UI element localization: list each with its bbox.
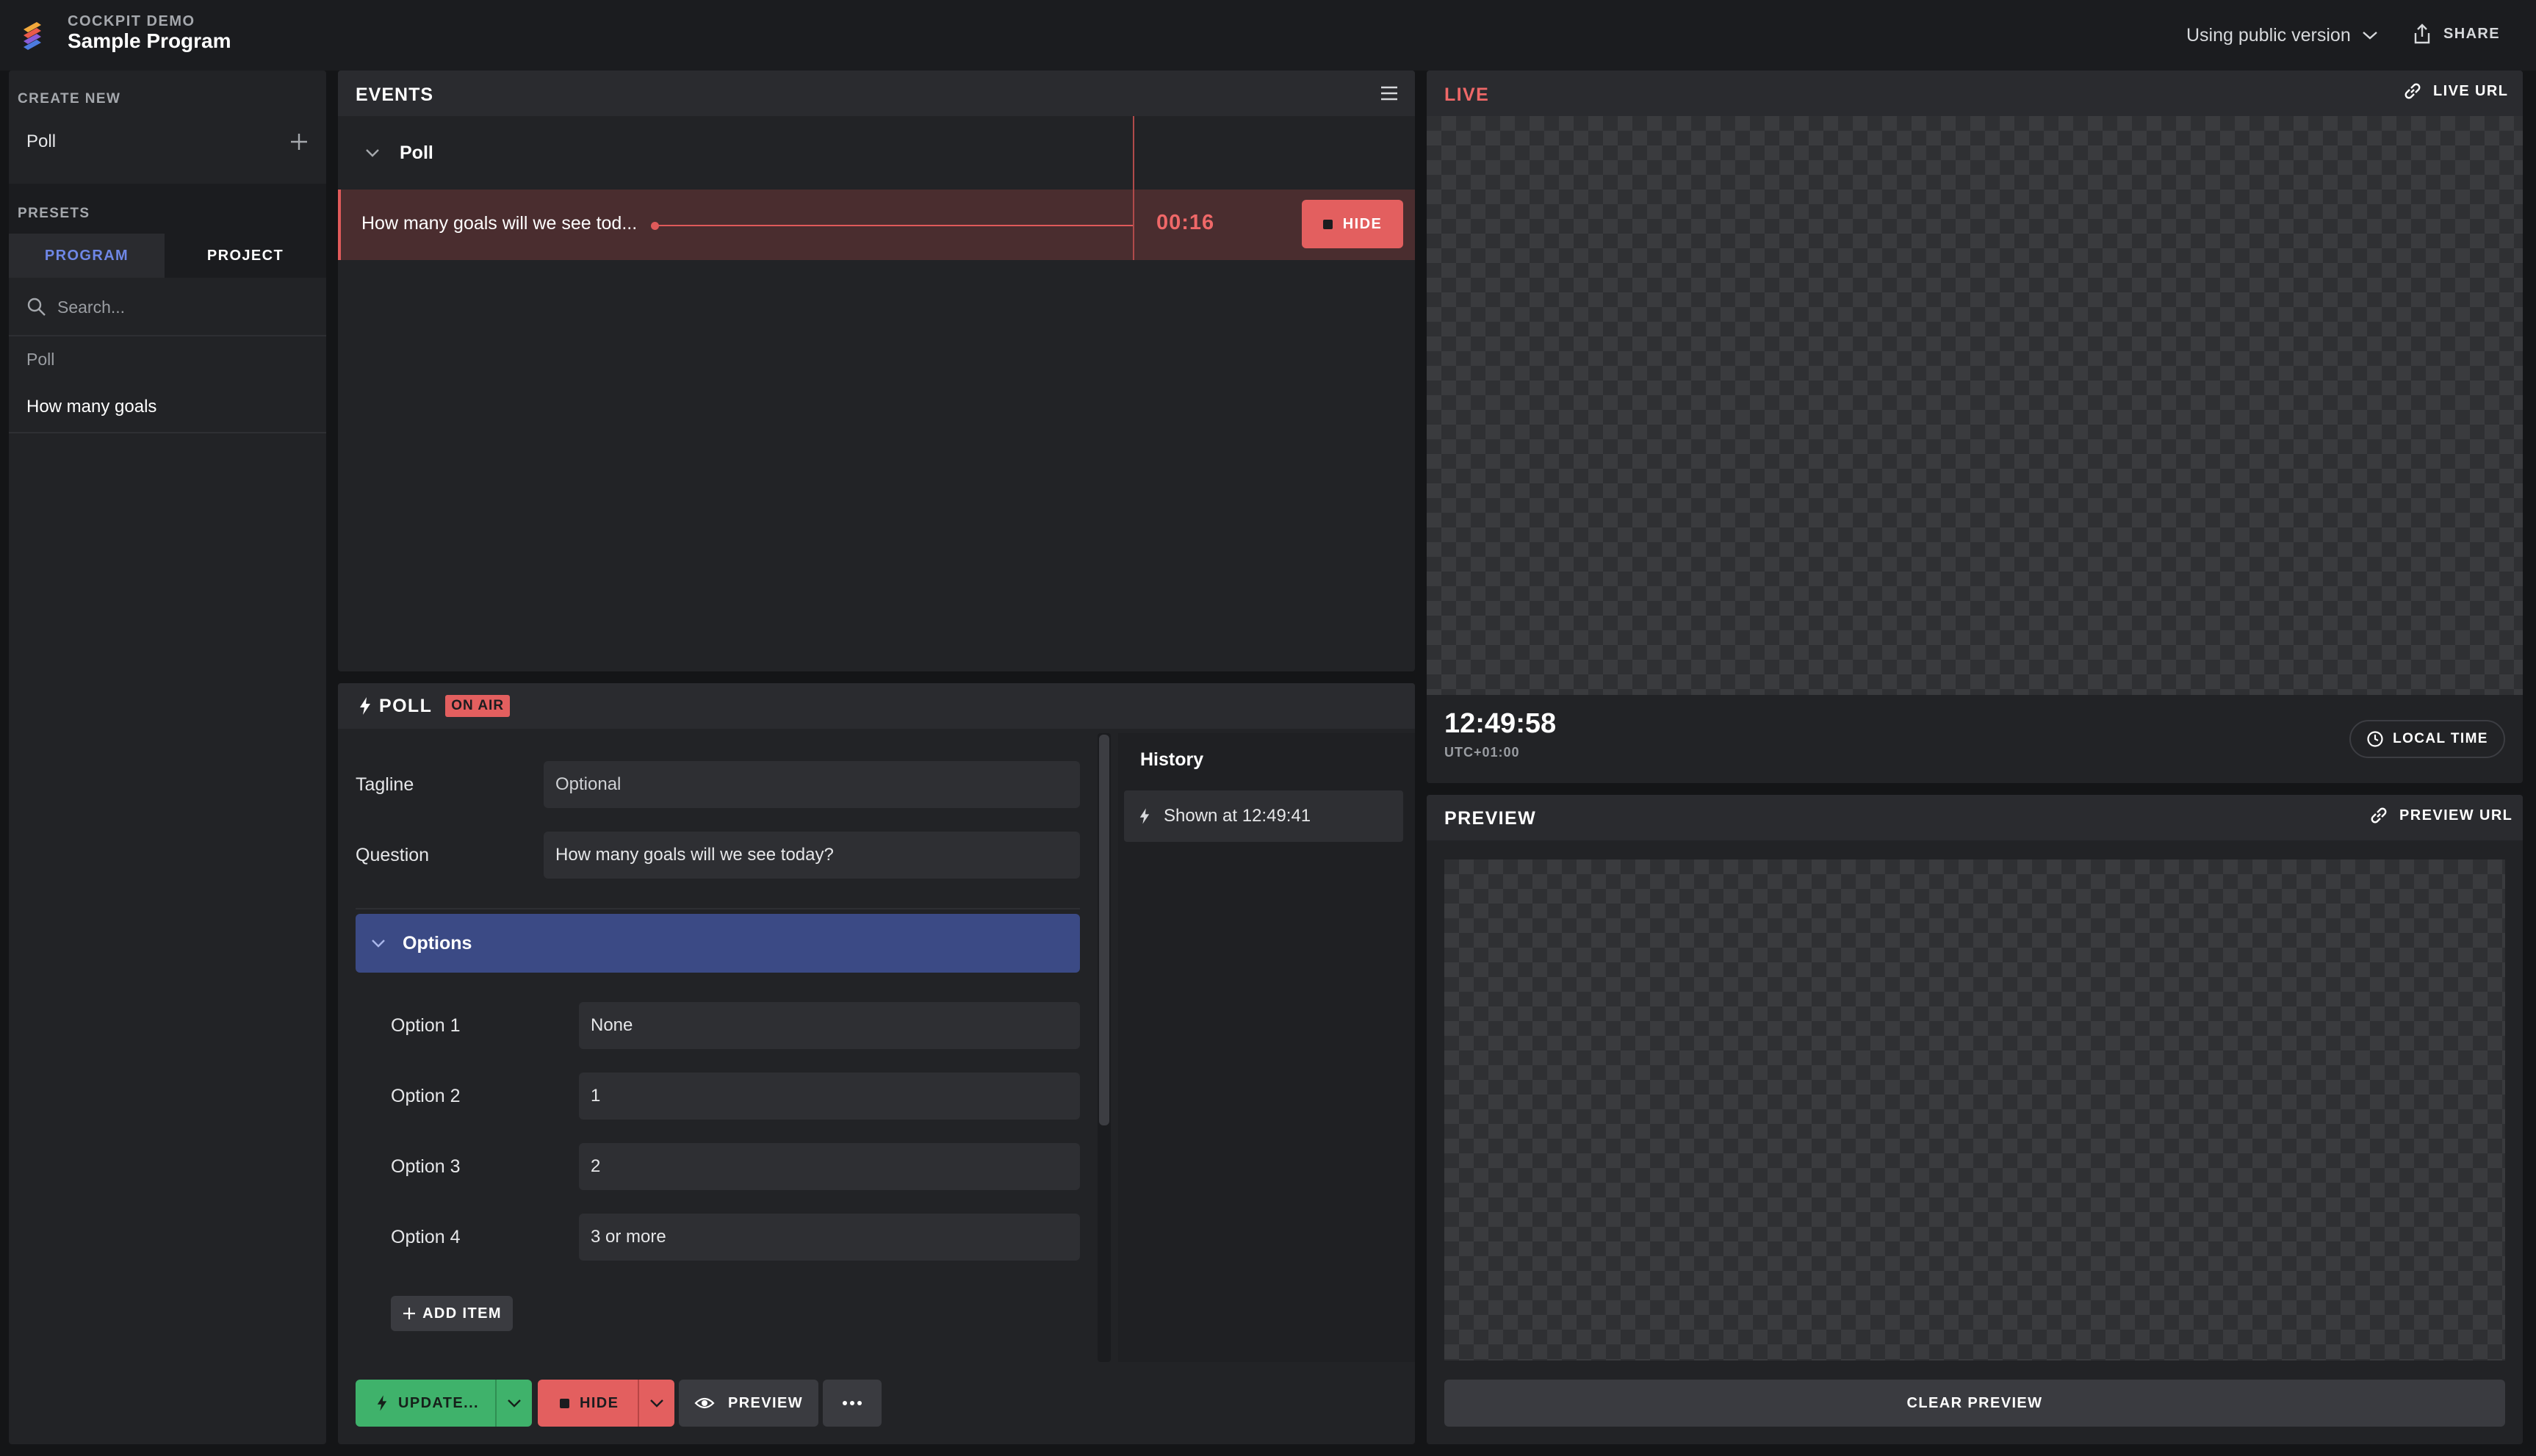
poll-title-label: POLL: [379, 695, 433, 716]
editor-scrollbar-thumb[interactable]: [1099, 735, 1109, 1125]
stop-icon: [1322, 219, 1333, 229]
chevron-down-icon: [364, 148, 381, 158]
add-item-label: ADD ITEM: [422, 1305, 502, 1322]
create-poll-item[interactable]: Poll: [9, 118, 326, 166]
top-bar: [0, 0, 2536, 71]
events-header: [338, 71, 1415, 116]
eye-icon: [694, 1396, 715, 1410]
tagline-label: Tagline: [356, 774, 414, 795]
tab-program[interactable]: PROGRAM: [9, 234, 165, 278]
history-item[interactable]: Shown at 12:49:41: [1124, 790, 1403, 842]
poll-editor-title: POLL ON AIR: [359, 695, 511, 717]
chevron-down-icon: [370, 938, 386, 948]
create-new-heading: CREATE NEW: [18, 91, 121, 107]
event-hide-button[interactable]: HIDE: [1302, 200, 1403, 248]
app-logo-icon: [21, 19, 44, 51]
preset-search: [9, 279, 326, 336]
preset-group-label: Poll: [26, 350, 55, 369]
hide-dropdown-button[interactable]: [638, 1380, 674, 1427]
plus-icon: [402, 1306, 417, 1321]
on-air-badge: ON AIR: [445, 695, 511, 717]
preset-item[interactable]: How many goals: [9, 382, 326, 433]
create-item-label: Poll: [26, 131, 57, 151]
update-button[interactable]: UPDATE...: [356, 1380, 532, 1427]
option-label: Option 1: [391, 1015, 461, 1036]
options-section-toggle[interactable]: Options: [356, 914, 1080, 973]
option-field[interactable]: 3 or more: [579, 1214, 1080, 1261]
live-header: [1427, 71, 2523, 116]
option-field[interactable]: 1: [579, 1073, 1080, 1120]
stop-icon: [560, 1398, 569, 1408]
bolt-icon: [376, 1394, 388, 1412]
tagline-field[interactable]: [544, 761, 1080, 808]
timeline-now-line: [1133, 116, 1134, 260]
local-time-button[interactable]: LOCAL TIME: [2349, 720, 2505, 758]
tab-project[interactable]: PROJECT: [165, 234, 326, 278]
timezone-label: UTC+01:00: [1444, 745, 1520, 760]
hide-label: HIDE: [580, 1394, 619, 1411]
local-time-label: LOCAL TIME: [2393, 731, 2488, 746]
share-icon: [2413, 23, 2432, 45]
event-timer: 00:16: [1156, 211, 1215, 234]
event-group-poll[interactable]: Poll: [338, 125, 1133, 181]
search-input[interactable]: [57, 297, 307, 317]
clock-icon: [2366, 730, 2384, 748]
live-clock: 12:49:58: [1444, 708, 1557, 739]
option-field[interactable]: 2: [579, 1143, 1080, 1190]
search-icon: [26, 297, 47, 317]
event-hide-label: HIDE: [1342, 215, 1383, 232]
preview-label: PREVIEW: [727, 1394, 804, 1411]
more-icon: [842, 1400, 862, 1406]
program-title: Sample Program: [68, 29, 231, 52]
option-label: Option 2: [391, 1086, 461, 1106]
live-output-canvas: [1427, 116, 2523, 695]
option-label: Option 4: [391, 1227, 461, 1247]
add-item-button[interactable]: ADD ITEM: [391, 1296, 513, 1331]
version-selector[interactable]: Using public version: [2186, 22, 2379, 48]
live-title: LIVE: [1444, 84, 1490, 105]
menu-icon[interactable]: [1380, 85, 1399, 101]
link-icon: [2369, 805, 2389, 826]
share-button[interactable]: SHARE: [2413, 19, 2500, 48]
version-label: Using public version: [2186, 24, 2351, 46]
question-field[interactable]: How many goals will we see today?: [544, 832, 1080, 879]
link-icon: [2402, 81, 2423, 101]
bolt-icon: [1139, 807, 1150, 825]
history-title: History: [1140, 749, 1204, 770]
preview-header: [1427, 795, 2523, 840]
history-item-label: Shown at 12:49:41: [1164, 806, 1311, 826]
chevron-down-icon: [649, 1398, 665, 1408]
preview-button[interactable]: PREVIEW: [679, 1380, 818, 1427]
live-url-button[interactable]: LIVE URL: [2402, 81, 2508, 101]
event-row-label: How many goals will we see tod...: [361, 213, 638, 234]
update-dropdown-button[interactable]: [495, 1380, 532, 1427]
presets-heading: PRESETS: [18, 206, 90, 221]
preview-output-canvas: [1444, 859, 2505, 1361]
options-label: Options: [403, 932, 472, 954]
share-label: SHARE: [2443, 25, 2501, 42]
preview-url-label: PREVIEW URL: [2399, 807, 2513, 823]
option-label: Option 3: [391, 1156, 461, 1177]
event-group-label: Poll: [400, 142, 433, 163]
clear-preview-button[interactable]: CLEAR PREVIEW: [1444, 1380, 2505, 1427]
timeline-bar: [658, 225, 1133, 226]
plus-icon[interactable]: [289, 132, 309, 151]
bolt-icon: [359, 696, 372, 716]
live-url-label: LIVE URL: [2433, 82, 2509, 99]
more-options-button[interactable]: [823, 1380, 882, 1427]
question-label: Question: [356, 845, 430, 865]
divider: [356, 908, 1080, 909]
preview-url-button[interactable]: PREVIEW URL: [2369, 805, 2512, 826]
hide-button[interactable]: HIDE: [538, 1380, 674, 1427]
events-title: EVENTS: [356, 84, 434, 105]
update-label: UPDATE...: [398, 1394, 480, 1411]
chevron-down-icon: [506, 1398, 522, 1408]
app-subtitle: COCKPIT DEMO: [68, 13, 195, 29]
option-field[interactable]: None: [579, 1002, 1080, 1049]
preview-title: PREVIEW: [1444, 808, 1537, 829]
chevron-down-icon: [2361, 29, 2379, 41]
